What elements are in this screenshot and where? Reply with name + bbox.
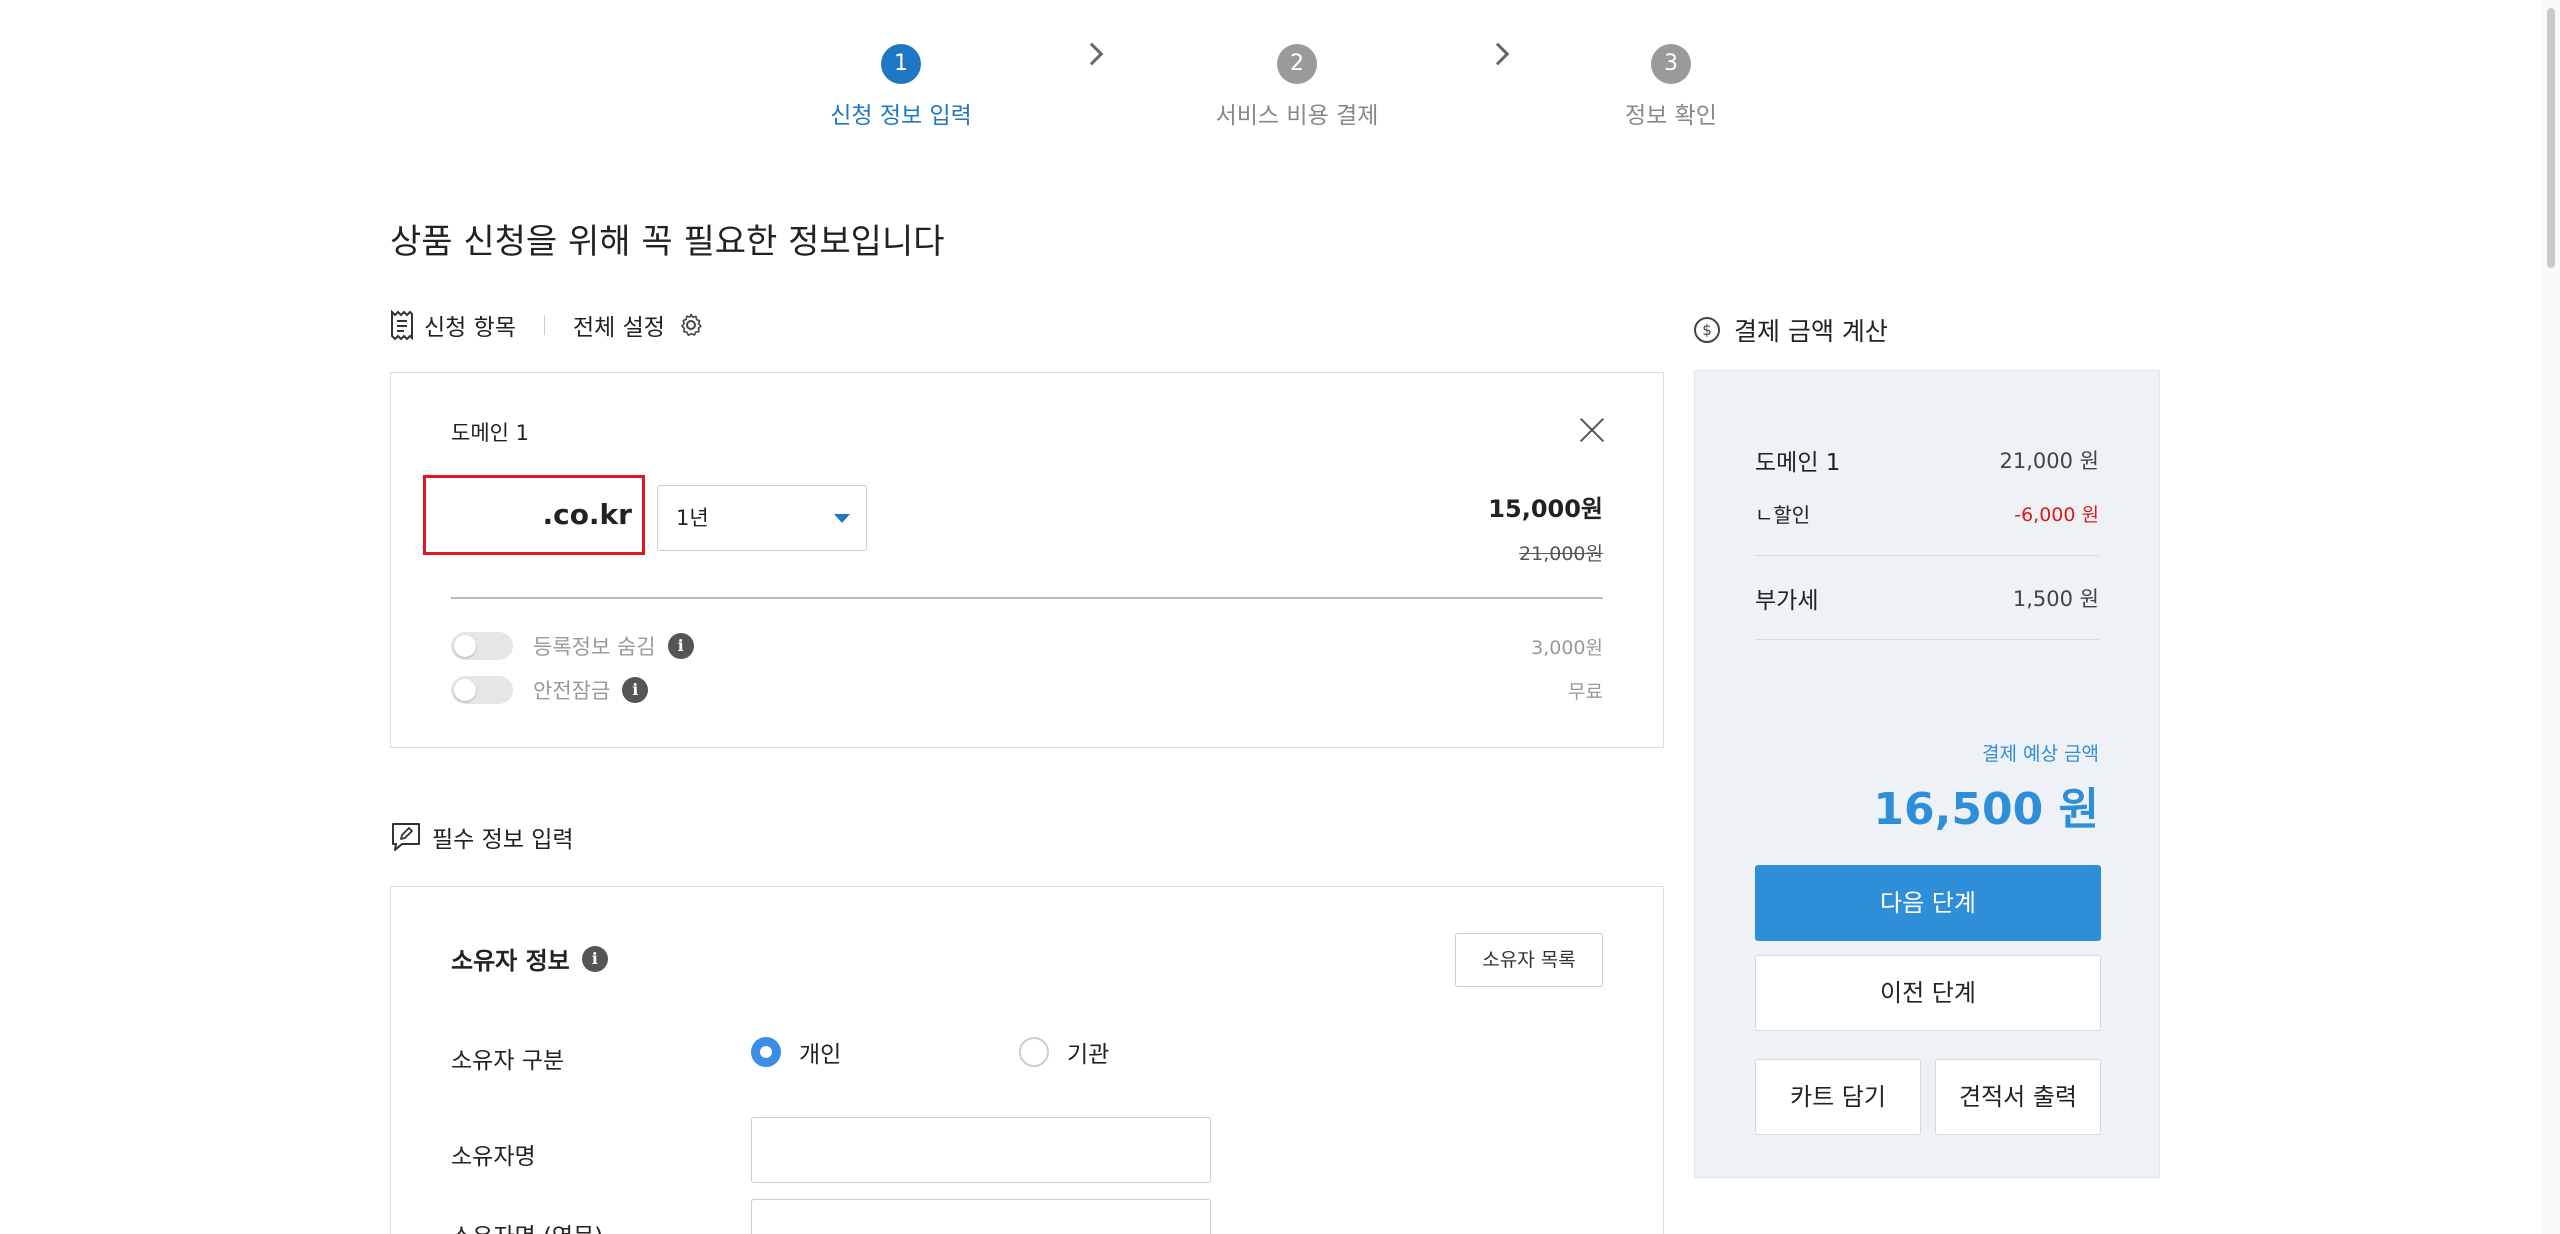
- owner-name-input[interactable]: [751, 1117, 1211, 1183]
- step-1-number: 1: [881, 44, 921, 84]
- payment-row-domain: 도메인 1 21,000 원: [1755, 443, 2099, 477]
- option-label: 안전잠금: [533, 679, 611, 703]
- info-icon[interactable]: i: [667, 633, 694, 659]
- step-1-label: 신청 정보 입력: [830, 103, 972, 129]
- payment-row-key: 부가세: [1755, 588, 1819, 614]
- owner-name-label: 소유자명: [451, 1144, 536, 1170]
- payment-row-key: 도메인 1: [1755, 450, 1841, 476]
- owner-info-label: 소유자 정보: [451, 947, 570, 975]
- step-2-number: 2: [1277, 44, 1317, 84]
- required-section-label: 필수 정보 입력: [432, 827, 574, 853]
- radio-organization[interactable]: 기관: [1019, 1035, 1109, 1069]
- close-icon[interactable]: [1579, 417, 1605, 443]
- lock-toggle[interactable]: [451, 676, 513, 704]
- radio-individual[interactable]: 개인: [751, 1035, 841, 1069]
- step-2-label: 서비스 비용 결제: [1215, 103, 1379, 129]
- period-select[interactable]: 1년: [657, 485, 867, 551]
- privacy-toggle[interactable]: [451, 632, 513, 660]
- owner-info-title: 소유자 정보 i: [451, 941, 608, 976]
- gear-icon: [679, 313, 703, 337]
- progress-stepper: 1 신청 정보 입력 2 서비스 비용 결제 3 정보 확인: [0, 42, 2560, 144]
- step-1: 1 신청 정보 입력: [781, 44, 1021, 130]
- payment-row-vat: 부가세 1,500 원: [1755, 581, 2099, 615]
- domain-card-title: 도메인 1: [451, 421, 529, 445]
- estimate-label: 결제 예상 금액: [1982, 743, 2099, 765]
- payment-row-value: -6,000 원: [2014, 504, 2099, 526]
- owner-info-card: 소유자 정보 i 소유자 목록 소유자 구분 개인 기관 소유자명 소유자명 (…: [390, 886, 1664, 1234]
- radio-label: 개인: [799, 1042, 842, 1068]
- radio-label: 기관: [1067, 1042, 1110, 1068]
- payment-title: 결제 금액 계산: [1734, 317, 1888, 346]
- option-price: 무료: [1568, 680, 1603, 703]
- payment-header: $ 결제 금액 계산: [1694, 312, 1888, 348]
- settings-label: 전체 설정: [572, 315, 665, 341]
- divider: [1755, 639, 2099, 640]
- option-row-lock: 안전잠금 i 무료: [451, 673, 1603, 707]
- dollar-coin-icon: $: [1694, 317, 1720, 343]
- payment-row-key: ㄴ할인: [1755, 503, 1811, 527]
- caret-down-icon: [834, 514, 850, 523]
- settings-link[interactable]: 전체 설정: [573, 308, 703, 342]
- step-2: 2 서비스 비용 결제: [1177, 44, 1417, 130]
- edit-icon: [390, 821, 422, 853]
- divider: [1755, 555, 2099, 556]
- owner-name-en-label: 소유자명 (영문): [451, 1217, 603, 1234]
- step-3-number: 3: [1651, 44, 1691, 84]
- period-select-value: 1년: [676, 506, 709, 530]
- items-section-header: 신청 항목 전체 설정: [390, 308, 703, 342]
- domain-input[interactable]: .co.kr: [423, 475, 645, 555]
- owner-type-label: 소유자 구분: [451, 1048, 565, 1074]
- option-label: 등록정보 숨김: [533, 635, 656, 659]
- info-icon[interactable]: i: [581, 945, 608, 972]
- page-title: 상품 신청을 위해 꼭 필요한 정보입니다: [390, 222, 945, 262]
- add-to-cart-button[interactable]: 카트 담기: [1755, 1059, 1921, 1135]
- page-scrollbar[interactable]: [2542, 0, 2560, 1234]
- divider: [451, 597, 1603, 599]
- option-row-privacy: 등록정보 숨김 i 3,000원: [451, 629, 1603, 663]
- option-price: 3,000원: [1531, 636, 1603, 659]
- owner-list-button[interactable]: 소유자 목록: [1455, 933, 1603, 987]
- items-section-label: 신청 항목: [424, 315, 516, 341]
- owner-name-en-input[interactable]: [751, 1199, 1211, 1234]
- payment-row-value: 1,500 원: [2012, 587, 2099, 611]
- radio-dot: [751, 1037, 781, 1067]
- step-3: 3 정보 확인: [1551, 44, 1791, 130]
- chevron-right-icon: [1080, 42, 1104, 66]
- estimate-total: 16,500 원: [1873, 784, 2099, 835]
- print-quote-button[interactable]: 견적서 출력: [1935, 1059, 2101, 1135]
- divider: [543, 315, 545, 335]
- payment-row-value: 21,000 원: [1999, 449, 2099, 473]
- required-section-header: 필수 정보 입력: [390, 820, 574, 854]
- receipt-icon: [390, 310, 414, 340]
- scrollbar-thumb[interactable]: [2547, 8, 2555, 268]
- payment-panel: 도메인 1 21,000 원 ㄴ할인 -6,000 원 부가세 1,500 원 …: [1694, 370, 2160, 1178]
- next-step-button[interactable]: 다음 단계: [1755, 865, 2101, 941]
- radio-dot: [1019, 1037, 1049, 1067]
- prev-step-button[interactable]: 이전 단계: [1755, 955, 2101, 1031]
- domain-price: 15,000원: [1488, 495, 1603, 523]
- step-3-label: 정보 확인: [1625, 103, 1717, 129]
- chevron-right-icon: [1486, 42, 1510, 66]
- domain-original-price: 21,000원: [1519, 543, 1603, 565]
- payment-row-discount: ㄴ할인 -6,000 원: [1755, 499, 2099, 528]
- info-icon[interactable]: i: [622, 677, 649, 703]
- domain-card: 도메인 1 .co.kr 1년 15,000원 21,000원 등록정보 숨김 …: [390, 372, 1664, 748]
